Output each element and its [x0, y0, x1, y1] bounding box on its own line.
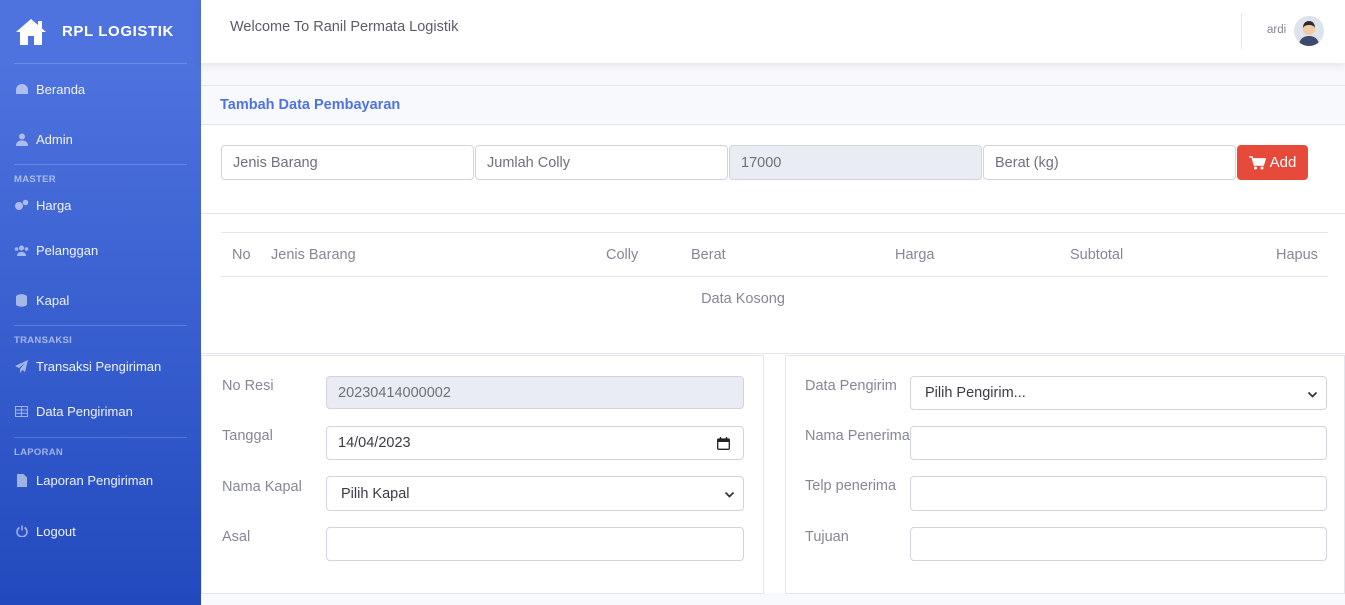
add-button[interactable]: Add [1237, 145, 1308, 180]
sidebar-item-label: Kapal [36, 292, 70, 308]
sidebar-heading-laporan: LAPORAN [14, 447, 64, 458]
sidebar-item-label: Harga [36, 197, 72, 213]
user-icon [14, 132, 29, 146]
brand-name: RPL LOGISTIK [62, 23, 174, 40]
sidebar-item-label: Laporan Pengiriman [36, 472, 154, 488]
shipment-form-left: No Resi 20230414000002 Tanggal 14/04/202… [201, 355, 764, 594]
sidebar-heading-master: MASTER [14, 174, 56, 185]
home-icon [14, 14, 50, 50]
sidebar-item-label: Admin [36, 131, 73, 147]
telp-penerima-input[interactable] [910, 476, 1327, 511]
database-icon [14, 293, 29, 307]
jenis-barang-input[interactable]: Jenis Barang [221, 145, 474, 180]
berat-input[interactable]: Berat (kg) [983, 145, 1236, 180]
power-icon [14, 524, 29, 538]
sidebar-item-laporan-pengiriman[interactable]: Laporan Pengiriman [0, 458, 201, 502]
nama-kapal-label: Nama Kapal [222, 479, 302, 495]
file-icon [14, 473, 29, 487]
cart-icon [1248, 155, 1266, 170]
empty-message: Data Kosong [701, 290, 785, 307]
table-header-row: No Jenis Barang Colly Berat Harga Subtot… [221, 232, 1328, 277]
section-divider [201, 213, 1345, 214]
tujuan-input[interactable] [910, 527, 1327, 561]
col-no: No [221, 232, 271, 277]
sidebar-item-harga[interactable]: Harga [0, 185, 201, 225]
tujuan-label: Tujuan [805, 529, 849, 545]
users-icon [14, 243, 29, 257]
card-body: Jenis Barang Jumlah Colly 17000 Berat (k… [201, 125, 1345, 594]
no-resi-label: No Resi [222, 378, 274, 394]
card-header: Tambah Data Pembayaran [201, 85, 1345, 125]
table-row: Data Kosong [221, 277, 1328, 321]
nama-kapal-select[interactable]: Pilih Kapal [326, 476, 744, 511]
sidebar-item-transaksi-pengiriman[interactable]: Transaksi Pengiriman [0, 346, 201, 386]
nama-penerima-label: Nama Penerima [805, 428, 910, 444]
col-jenis-barang: Jenis Barang [271, 232, 606, 277]
sidebar-item-data-pengiriman[interactable]: Data Pengiriman [0, 386, 201, 437]
sidebar-item-logout[interactable]: Logout [0, 502, 201, 560]
asal-input[interactable] [326, 527, 744, 561]
topbar: Welcome To Ranil Permata Logistik ardi [201, 0, 1345, 63]
data-pengirim-select[interactable]: Pilih Pengirim... [910, 376, 1327, 410]
sidebar-heading-transaksi: TRANSAKSI [14, 335, 73, 346]
sidebar-item-admin[interactable]: Admin [0, 114, 201, 164]
topbar-divider [1241, 13, 1242, 49]
user-name[interactable]: ardi [1267, 24, 1286, 36]
tanggal-input[interactable]: 14/04/2023 [326, 426, 744, 460]
tanggal-value: 14/04/2023 [338, 435, 411, 451]
welcome-text: Welcome To Ranil Permata Logistik [230, 19, 459, 35]
sidebar-item-kapal[interactable]: Kapal [0, 275, 201, 325]
sidebar-item-label: Data Pengiriman [36, 404, 133, 419]
telp-penerima-label: Telp penerima [805, 478, 897, 494]
avatar[interactable] [1294, 16, 1324, 46]
paper-plane-icon [14, 359, 29, 373]
data-pengirim-value: Pilih Pengirim... [925, 385, 1026, 401]
sidebar-item-pelanggan[interactable]: Pelanggan [0, 225, 201, 275]
sidebar-brand[interactable]: RPL LOGISTIK [0, 0, 201, 63]
shipment-form-right: Data Pengirim Pilih Pengirim... Nama Pen… [785, 355, 1345, 594]
col-subtotal: Subtotal [1070, 232, 1265, 277]
col-berat: Berat [691, 232, 895, 277]
cogs-icon [14, 198, 29, 212]
col-harga: Harga [895, 232, 1070, 277]
harga-input[interactable]: 17000 [729, 145, 982, 180]
chevron-down-icon [724, 488, 735, 504]
tanggal-label: Tanggal [222, 428, 273, 444]
table-icon [14, 405, 29, 419]
data-pengirim-label: Data Pengirim [805, 378, 897, 394]
add-button-label: Add [1269, 154, 1297, 171]
sidebar-item-label: Beranda [36, 81, 86, 97]
sidebar-item-beranda[interactable]: Beranda [0, 64, 201, 114]
items-table: No Jenis Barang Colly Berat Harga Subtot… [221, 232, 1328, 321]
chevron-down-icon [1307, 388, 1318, 404]
sidebar-item-label: Pelanggan [36, 242, 99, 258]
jumlah-colly-input[interactable]: Jumlah Colly [475, 145, 728, 180]
section-divider [201, 353, 1345, 354]
col-hapus: Hapus [1265, 232, 1328, 277]
sidebar-item-label: Transaksi Pengiriman [36, 358, 162, 374]
nama-kapal-value: Pilih Kapal [341, 485, 410, 502]
card-title: Tambah Data Pembayaran [220, 97, 401, 113]
tachometer-icon [14, 82, 29, 96]
no-resi-input[interactable]: 20230414000002 [326, 376, 744, 409]
col-colly: Colly [606, 232, 691, 277]
sidebar: RPL LOGISTIK Beranda Admin MASTER Harga … [0, 0, 201, 605]
sidebar-item-label: Logout [36, 523, 76, 539]
calendar-icon[interactable] [717, 437, 730, 454]
asal-label: Asal [222, 529, 251, 545]
nama-penerima-input[interactable] [910, 426, 1327, 460]
